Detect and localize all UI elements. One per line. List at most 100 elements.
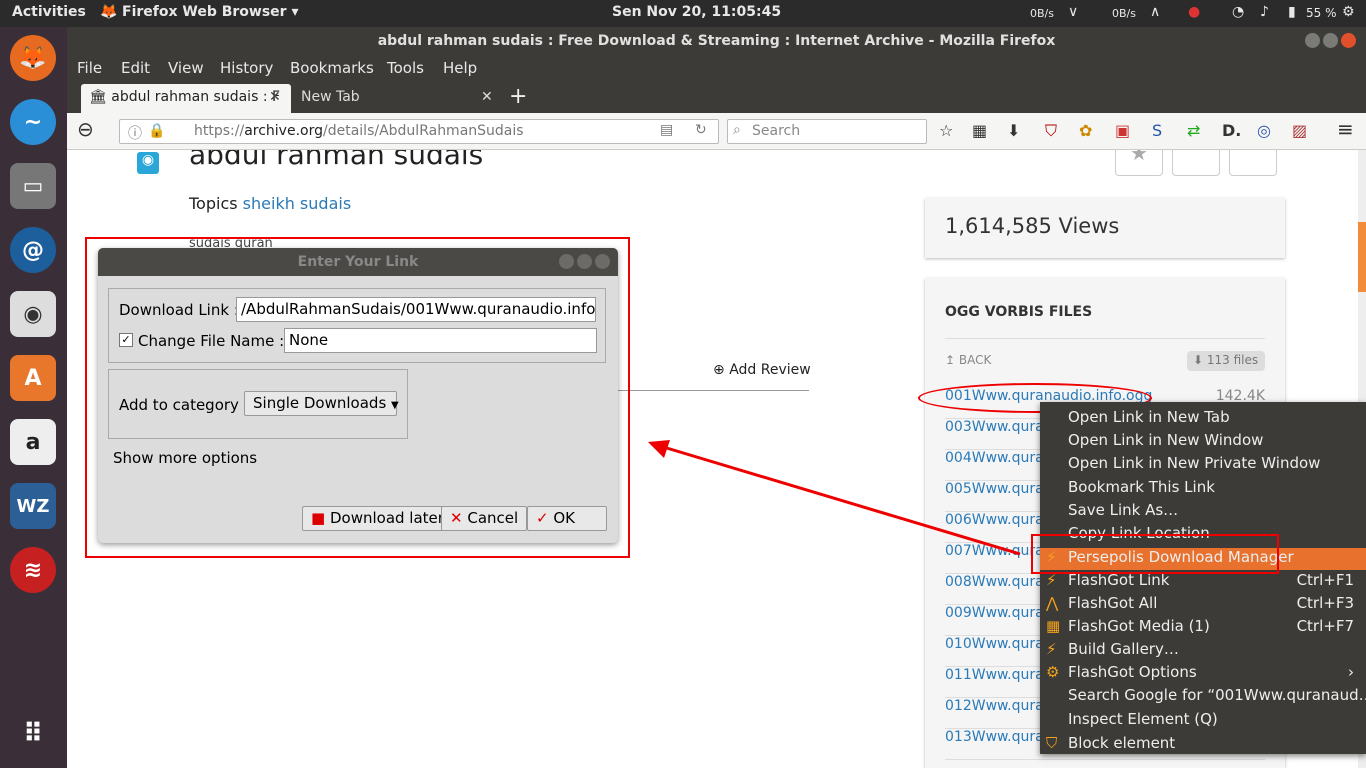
context-item[interactable]: ▦ FlashGot Media (1) Ctrl+F7 [1040, 617, 1366, 639]
close-tab-icon[interactable]: ✕ [481, 89, 493, 105]
context-item[interactable]: Bookmark This Link [1040, 478, 1366, 500]
context-item[interactable]: Open Link in New Tab [1040, 408, 1366, 430]
hamburger-menu-icon[interactable]: ≡ [1337, 117, 1354, 141]
cookie-icon[interactable]: ◎ [1257, 121, 1271, 140]
ok-button[interactable]: ✓ OK [527, 506, 607, 531]
context-item[interactable]: ⋀ FlashGot All Ctrl+F3 [1040, 594, 1366, 616]
context-menu: Open Link in New Tab Open Link in New Win… [1040, 402, 1366, 754]
context-item[interactable]: Inspect Element (Q) [1040, 710, 1366, 732]
file-name-input[interactable]: None [284, 328, 597, 353]
amazon-launcher-icon[interactable]: a [10, 419, 56, 465]
file-link[interactable]: 010Www.quran [945, 636, 1053, 652]
new-tab-icon[interactable]: + [509, 84, 527, 109]
context-item[interactable]: ⚡ FlashGot Link Ctrl+F1 [1040, 571, 1366, 593]
maximize-button[interactable] [1323, 33, 1338, 48]
file-link[interactable]: 013Www.quran [945, 729, 1053, 745]
power-icon[interactable]: ⚙ [1342, 4, 1355, 20]
speaker-launcher-icon[interactable]: ◉ [10, 291, 56, 337]
menu-tools[interactable]: Tools [387, 59, 424, 77]
persepolis-addon-icon[interactable]: ▣ [1115, 121, 1130, 140]
browser-launcher-icon[interactable]: ~ [10, 99, 56, 145]
ublock-icon[interactable]: ⛉ [1045, 121, 1057, 141]
tab-archive[interactable]: 🏛 abdul rahman sudais : F [81, 84, 291, 113]
firefox-launcher-icon[interactable]: 🦊 [10, 35, 56, 81]
change-file-name-checkbox[interactable]: ✓ [119, 333, 133, 347]
category-label: Add to category : [119, 396, 249, 414]
context-item[interactable]: Save Link As… [1040, 501, 1366, 523]
context-item[interactable]: Open Link in New Window [1040, 431, 1366, 453]
page-title: abdul rahman sudais [189, 150, 484, 171]
context-item[interactable]: ⛉ Block element [1040, 734, 1366, 756]
reload-icon[interactable]: ↻ [695, 122, 707, 138]
category-select[interactable]: Single Downloads ▼ [244, 391, 399, 416]
menu-help[interactable]: Help [443, 59, 477, 77]
views-card: 1,614,585 Views [925, 198, 1285, 258]
volume-icon[interactable]: ♪ [1260, 4, 1269, 20]
file-link[interactable]: 012Www.quran [945, 698, 1053, 714]
add-review-label: Add Review [729, 362, 811, 378]
bookmark-star-icon[interactable]: ☆ [939, 121, 953, 140]
download-later-button[interactable]: ■ Download later [302, 506, 453, 531]
url-bar[interactable]: ⓘ 🔒 https://archive.org/details/AbdulRah… [119, 119, 719, 144]
skype-icon[interactable]: S [1152, 121, 1162, 140]
menu-edit[interactable]: Edit [121, 59, 150, 77]
context-item[interactable]: Search Google for “001Www.quranaud…” [1040, 686, 1366, 708]
menu-history[interactable]: History [220, 59, 273, 77]
library-icon[interactable]: ▦ [972, 121, 987, 140]
download-link-input[interactable]: /AbdulRahmanSudais/001Www.quranaudio.inf… [236, 297, 596, 322]
menu-view[interactable]: View [168, 59, 204, 77]
chevron-up-icon[interactable]: ∧ [1150, 4, 1160, 20]
menu-file[interactable]: File [77, 59, 102, 77]
file-link[interactable]: 008Www.quran [945, 574, 1053, 590]
addon-icon[interactable]: ✿ [1079, 121, 1092, 140]
back-label: BACK [958, 353, 992, 367]
add-review-button[interactable]: ⊕ Add Review [713, 362, 811, 378]
downloads-icon[interactable]: ⬇ [1007, 121, 1020, 140]
files-launcher-icon[interactable]: ▭ [10, 163, 56, 209]
context-item-label: Bookmark This Link [1068, 478, 1215, 496]
show-more-options[interactable]: Show more options [113, 449, 257, 467]
app-menu[interactable]: Firefox Web Browser ▾ [122, 4, 298, 20]
close-button[interactable] [1341, 33, 1356, 48]
menu-bookmarks[interactable]: Bookmarks [290, 59, 374, 77]
activities-button[interactable]: Activities [12, 4, 86, 20]
close-tab-icon[interactable]: ✕ [269, 89, 281, 105]
flag-icon[interactable] [1172, 150, 1220, 176]
close-button[interactable] [595, 254, 610, 269]
software-center-icon[interactable]: A [10, 355, 56, 401]
context-item[interactable]: Open Link in New Private Window [1040, 454, 1366, 476]
updates-icon[interactable]: ● [1188, 4, 1200, 20]
clock[interactable]: Sen Nov 20, 11:05:45 [612, 4, 781, 20]
favorite-icon[interactable]: ★ [1115, 150, 1163, 176]
back-link[interactable]: ↥ BACK [945, 353, 991, 367]
share-icon[interactable] [1229, 150, 1277, 176]
sync-arrows-icon[interactable]: ⇄ [1187, 121, 1200, 140]
download-later-label: Download later [329, 509, 444, 527]
reader-icon[interactable]: ▤ [660, 122, 673, 138]
maximize-button[interactable] [577, 254, 592, 269]
apps-grid-icon[interactable]: ⠿ [10, 711, 56, 757]
scrollbar-thumb[interactable] [1358, 222, 1366, 292]
chevron-down-icon[interactable]: ∨ [1068, 4, 1078, 20]
topic-link[interactable]: sheikh sudais [243, 194, 351, 213]
info-icon[interactable]: ⓘ [128, 123, 142, 143]
search-input[interactable]: ⌕ Search [727, 119, 927, 144]
battery-icon[interactable]: ▮ [1288, 4, 1296, 20]
files-count-badge[interactable]: ⬇ 113 files [1187, 351, 1265, 371]
context-item-label: FlashGot Options [1068, 663, 1197, 681]
minimize-button[interactable] [559, 254, 574, 269]
context-item[interactable]: ⚙ FlashGot Options › [1040, 663, 1366, 685]
back-icon[interactable]: ⊖ [77, 117, 94, 141]
screenshot-icon[interactable]: ▨ [1292, 121, 1307, 140]
persepolis-launcher-icon[interactable]: ≋ [10, 547, 56, 593]
context-item[interactable]: ⚡ Build Gallery… [1040, 640, 1366, 662]
file-link[interactable]: 009Www.quran [945, 605, 1053, 621]
file-link[interactable]: 011Www.quran [945, 667, 1053, 683]
minimize-button[interactable] [1305, 33, 1320, 48]
tab-new[interactable]: New Tab [293, 84, 499, 113]
dl-addon-icon[interactable]: D. [1222, 121, 1241, 140]
wifi-icon[interactable]: ◔ [1232, 4, 1244, 20]
cancel-button[interactable]: ✕ Cancel [441, 506, 528, 531]
warzone-launcher-icon[interactable]: WZ [10, 483, 56, 529]
spiral-launcher-icon[interactable]: @ [10, 227, 56, 273]
